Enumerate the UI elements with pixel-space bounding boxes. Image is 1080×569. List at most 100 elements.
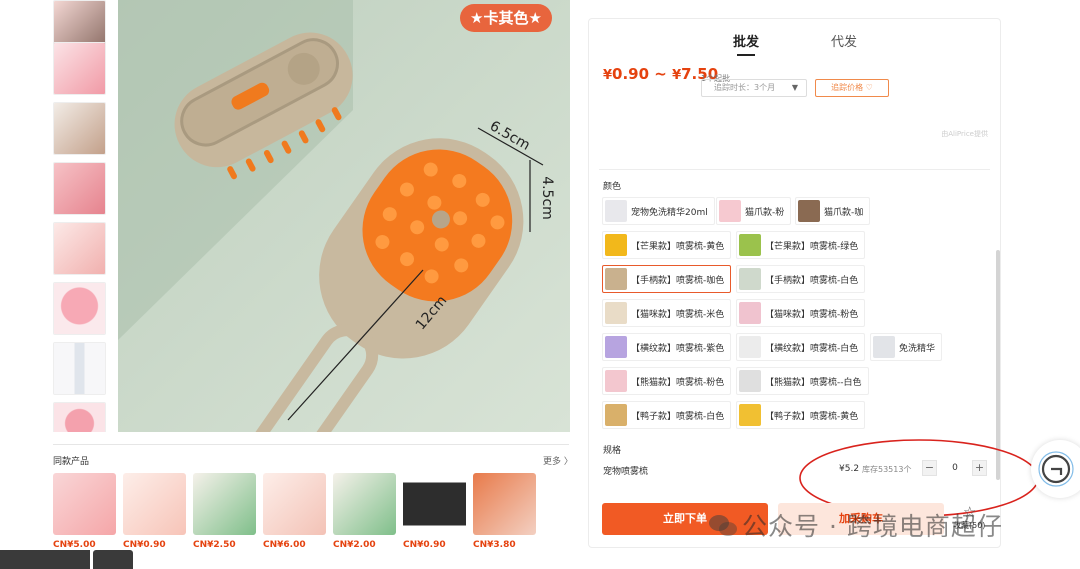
option-swatch — [605, 404, 627, 426]
watermark-text: 公众号 · 跨境电商超仔 — [742, 512, 1003, 541]
thumbnail[interactable] — [53, 222, 106, 275]
similar-product-price: CN¥6.00 — [263, 540, 306, 550]
option-swatch — [739, 234, 761, 256]
color-option[interactable]: 【手柄款】喷雾梳-白色 — [736, 265, 866, 293]
similar-more-link[interactable]: 更多 〉 — [543, 454, 573, 467]
tracking-duration-select[interactable]: 追踪时长：3个月 ▼ — [701, 79, 807, 97]
option-label: 【鸭子款】喷雾梳-白色 — [631, 411, 725, 422]
option-swatch — [605, 370, 627, 392]
option-label: 【鸭子款】喷雾梳-黄色 — [765, 411, 859, 422]
dimension-label-height: 4.5cm — [538, 176, 555, 220]
similar-product-card[interactable]: CN¥3.80 — [473, 473, 536, 550]
option-label: 【猫咪款】喷雾梳-米色 — [631, 309, 725, 320]
color-option[interactable]: 【鸭子款】喷雾梳-黄色 — [736, 401, 866, 429]
price-min: 0.90 — [612, 65, 650, 83]
color-option[interactable]: 【猫咪款】喷雾梳-米色 — [602, 299, 732, 327]
thumbnail[interactable] — [53, 102, 106, 155]
option-swatch — [739, 336, 761, 358]
option-label: 宠物免洗精华20ml — [631, 207, 708, 218]
option-label: 【芒果款】喷雾梳-绿色 — [765, 241, 859, 252]
option-label: 【芒果款】喷雾梳-黄色 — [631, 241, 725, 252]
color-option[interactable]: 【鸭子款】喷雾梳-白色 — [602, 401, 732, 429]
extension-logo-button[interactable] — [1031, 440, 1080, 498]
similar-product-card[interactable]: CN¥6.00 — [263, 473, 326, 550]
color-option[interactable]: 【横纹款】喷雾梳-紫色 — [602, 333, 732, 361]
option-swatch — [739, 404, 761, 426]
similar-product-image — [333, 473, 396, 535]
similar-product-image — [263, 473, 326, 535]
similar-product-price: CN¥5.00 — [53, 540, 96, 550]
option-swatch — [605, 268, 627, 290]
thumbnail-strip — [53, 0, 106, 432]
similar-product-price: CN¥3.80 — [473, 540, 516, 550]
spec-name: 宠物喷雾梳 — [603, 467, 649, 477]
option-swatch — [739, 370, 761, 392]
similar-product-card[interactable]: CN¥2.00 — [333, 473, 396, 550]
option-label: 猫爪款-粉 — [745, 207, 785, 218]
option-swatch — [739, 268, 761, 290]
color-option-selected[interactable]: 【手柄款】喷雾梳-咖色 — [602, 265, 732, 293]
thumbnail[interactable] — [53, 402, 106, 432]
spec-label: 规格 — [603, 446, 622, 456]
similar-product-image — [403, 473, 466, 535]
option-label: 【横纹款】喷雾梳-紫色 — [631, 343, 725, 354]
thumbnail[interactable] — [53, 342, 106, 395]
option-swatch — [739, 302, 761, 324]
color-option[interactable]: 【熊猫款】喷雾梳-粉色 — [602, 367, 732, 395]
option-swatch — [605, 336, 627, 358]
color-option[interactable]: 【横纹款】喷雾梳-白色 — [736, 333, 866, 361]
similar-product-image — [193, 473, 256, 535]
option-label: 免洗精华 — [899, 343, 936, 354]
similar-product-price: CN¥2.50 — [193, 540, 236, 550]
similar-product-image — [473, 473, 536, 535]
option-swatch — [798, 200, 820, 222]
similar-products-title: 同款产品 — [53, 457, 90, 467]
provided-by: 由AliPrice提供 — [941, 130, 988, 138]
color-option[interactable]: 【芒果款】喷雾梳-黄色 — [602, 231, 732, 259]
color-tag: ★卡其色★ — [460, 4, 552, 32]
option-label: 【猫咪款】喷雾梳-粉色 — [765, 309, 859, 320]
logo-icon — [1038, 451, 1074, 487]
thumbnail[interactable] — [53, 42, 106, 95]
track-price-button[interactable]: 追踪价格 ♡ — [815, 79, 889, 97]
price-max-symbol: ¥ — [672, 68, 682, 83]
color-option[interactable]: 猫爪款-咖 — [795, 197, 871, 225]
similar-product-card[interactable]: CN¥0.90 — [123, 473, 186, 550]
option-swatch — [719, 200, 741, 222]
tab-dropship[interactable]: 代发 — [831, 31, 857, 50]
option-label: 【熊猫款】喷雾梳--白色 — [765, 377, 862, 388]
similar-product-card[interactable]: CN¥2.50 — [193, 473, 256, 550]
color-option[interactable]: 宠物免洗精华20ml — [602, 197, 715, 225]
tab-bar: 批发 代发 — [589, 31, 1000, 56]
tab-wholesale[interactable]: 批发 — [733, 31, 759, 56]
option-label: 猫爪款-咖 — [824, 207, 864, 218]
price-separator: ~ — [649, 65, 673, 83]
option-swatch — [605, 302, 627, 324]
similar-product-image — [123, 473, 186, 535]
main-product-image[interactable]: 6.5cm 4.5cm 12cm — [118, 0, 570, 432]
color-option[interactable]: 免洗精华 — [870, 333, 943, 361]
thumbnail[interactable] — [53, 162, 106, 215]
option-label: 【手柄款】喷雾梳-白色 — [765, 275, 859, 286]
divider — [53, 444, 569, 445]
taskbar-fragment — [0, 550, 90, 569]
color-option[interactable]: 【熊猫款】喷雾梳--白色 — [736, 367, 869, 395]
similar-product-price: CN¥0.90 — [403, 540, 446, 550]
tracking-duration-value: 追踪时长：3个月 — [714, 83, 776, 92]
similar-product-price: CN¥0.90 — [123, 540, 166, 550]
brush-illustration — [118, 0, 570, 432]
similar-product-card[interactable]: CN¥0.90 — [403, 473, 466, 550]
similar-product-price: CN¥2.00 — [333, 540, 376, 550]
chevron-down-icon: ▼ — [791, 83, 798, 92]
option-label: 【横纹款】喷雾梳-白色 — [765, 343, 859, 354]
color-option[interactable]: 【猫咪款】喷雾梳-粉色 — [736, 299, 866, 327]
color-option[interactable]: 【芒果款】喷雾梳-绿色 — [736, 231, 866, 259]
wechat-icon — [709, 515, 737, 536]
divider — [599, 169, 990, 170]
color-label: 颜色 — [603, 182, 622, 192]
taskbar-fragment — [93, 550, 133, 569]
color-option[interactable]: 猫爪款-粉 — [716, 197, 792, 225]
option-label: 【熊猫款】喷雾梳-粉色 — [631, 377, 725, 388]
thumbnail[interactable] — [53, 282, 106, 335]
similar-product-card[interactable]: CN¥5.00 — [53, 473, 116, 550]
